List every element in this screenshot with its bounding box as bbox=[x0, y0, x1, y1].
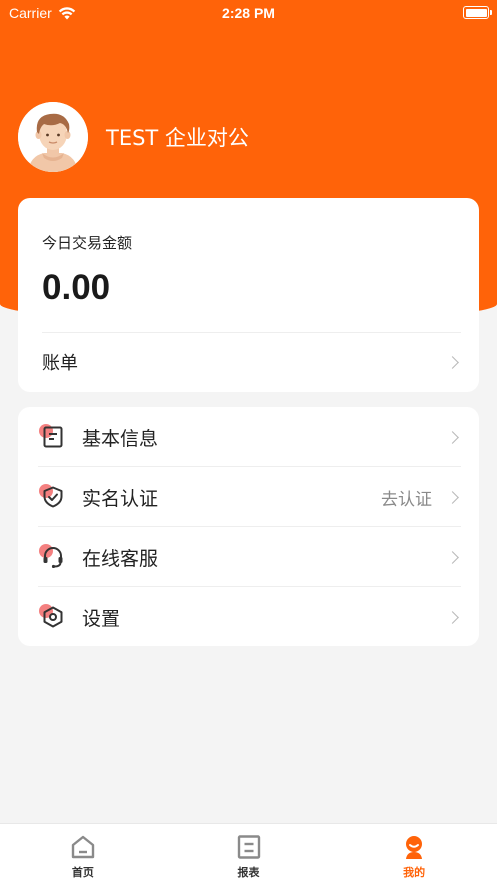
tab-report[interactable]: 报表 bbox=[166, 824, 332, 883]
chevron-right-icon bbox=[446, 490, 459, 504]
today-amount-value: 0.00 bbox=[42, 268, 111, 307]
chevron-right-icon bbox=[446, 355, 459, 369]
menu-item-label: 设置 bbox=[82, 607, 121, 630]
bill-label: 账单 bbox=[42, 353, 78, 374]
tab-label: 报表 bbox=[237, 866, 260, 879]
menu-item-online-service[interactable]: 在线客服 bbox=[18, 527, 479, 587]
chevron-right-icon bbox=[446, 610, 459, 624]
battery-icon bbox=[463, 6, 492, 19]
menu-card: 基本信息 实名认证 去认证 在线客服 设置 bbox=[18, 407, 479, 646]
transaction-summary-card: 今日交易金额 0.00 账单 bbox=[18, 198, 479, 392]
settings-hexagon-icon bbox=[38, 602, 68, 632]
today-amount-label: 今日交易金额 bbox=[42, 234, 133, 252]
tab-home[interactable]: 首页 bbox=[0, 824, 166, 883]
chevron-right-icon bbox=[446, 430, 459, 444]
status-bar: Carrier 2:28 PM bbox=[0, 0, 497, 26]
shield-check-icon bbox=[38, 482, 68, 512]
menu-item-label: 实名认证 bbox=[82, 487, 159, 510]
avatar[interactable] bbox=[18, 102, 88, 172]
verify-hint: 去认证 bbox=[381, 489, 432, 510]
tab-bar: 首页 报表 我的 bbox=[0, 823, 497, 883]
company-name: TEST 企业对公 bbox=[106, 126, 249, 150]
menu-item-basic-info[interactable]: 基本信息 bbox=[18, 407, 479, 467]
home-icon bbox=[71, 835, 95, 859]
tab-label: 我的 bbox=[403, 866, 426, 879]
menu-item-label: 在线客服 bbox=[82, 547, 159, 570]
profile-icon bbox=[406, 836, 423, 859]
tab-mine[interactable]: 我的 bbox=[331, 824, 497, 883]
chevron-right-icon bbox=[446, 550, 459, 564]
status-time: 2:28 PM bbox=[222, 5, 275, 21]
menu-item-settings[interactable]: 设置 bbox=[18, 587, 479, 647]
headset-icon bbox=[38, 542, 68, 572]
document-icon bbox=[38, 422, 68, 452]
tab-label: 首页 bbox=[71, 866, 94, 879]
bill-row[interactable]: 账单 bbox=[18, 332, 479, 392]
avatar-illustration bbox=[18, 102, 88, 172]
menu-item-label: 基本信息 bbox=[82, 427, 159, 450]
report-icon bbox=[237, 835, 260, 859]
menu-item-real-name-verification[interactable]: 实名认证 去认证 bbox=[18, 467, 479, 527]
